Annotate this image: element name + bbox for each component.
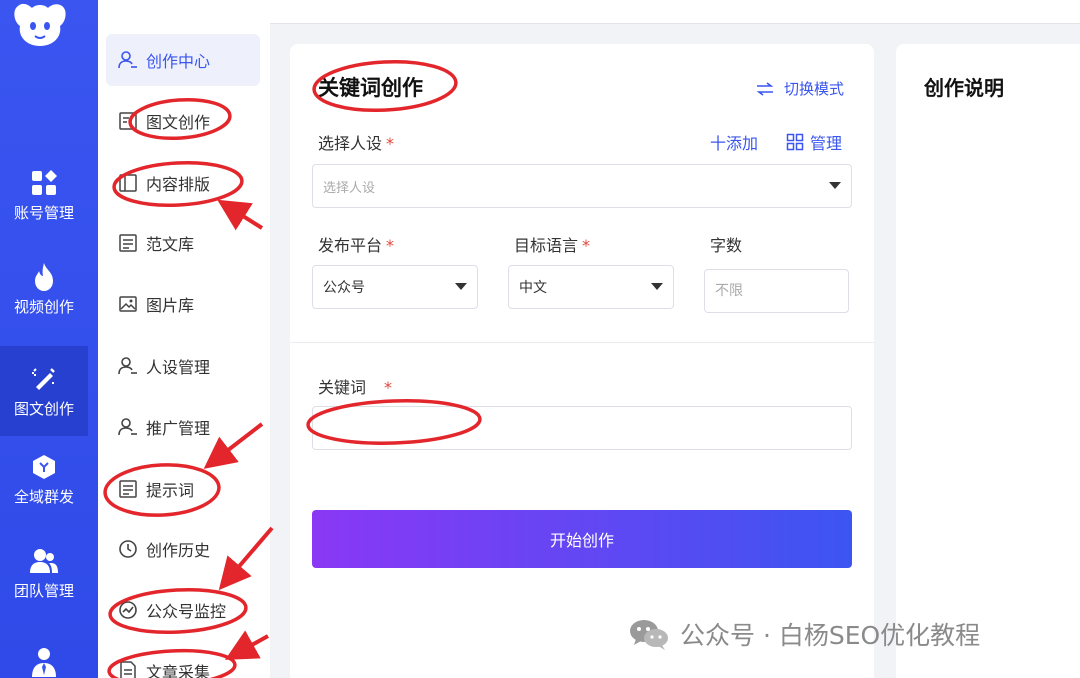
creation-instructions-card: 创作说明	[896, 44, 1080, 678]
sub-item-label: 提示词	[146, 481, 195, 500]
manage-label: 管理	[810, 134, 843, 153]
swap-icon	[756, 81, 774, 96]
hexagon-icon	[29, 452, 59, 482]
platform-label: 发布平台 *	[318, 236, 395, 255]
switch-mode-label: 切换模式	[783, 80, 844, 98]
doc-image-icon	[118, 111, 138, 131]
rail-item-article[interactable]: 图文创作	[0, 346, 88, 436]
sub-item-label: 图文创作	[146, 113, 211, 132]
user-icon	[118, 50, 138, 70]
sub-item-creation-center[interactable]: 创作中心	[106, 34, 260, 86]
keyword-input[interactable]	[312, 406, 852, 450]
flame-icon	[29, 262, 59, 292]
caret-down-icon	[829, 182, 841, 189]
caret-down-icon	[455, 283, 467, 290]
sub-item-sample-library[interactable]: 范文库	[106, 217, 260, 269]
required-mark: *	[386, 134, 395, 153]
rail-item-team[interactable]: 团队管理	[0, 528, 88, 618]
rail-item-broadcast[interactable]: 全域群发	[0, 434, 88, 524]
divider	[290, 342, 874, 343]
sub-item-prompts[interactable]: 提示词	[106, 463, 260, 515]
library-icon	[118, 479, 138, 499]
sub-item-label: 创作中心	[146, 52, 211, 71]
file-icon	[118, 661, 138, 678]
magic-pen-icon	[29, 364, 59, 394]
required-mark: *	[582, 236, 591, 255]
sheep-logo-icon	[14, 3, 66, 46]
image-icon	[118, 294, 138, 314]
platform-value: 公众号	[323, 280, 365, 296]
wechat-icon	[630, 620, 668, 650]
rail-item-label: 图文创作	[13, 400, 74, 418]
persona-placeholder: 选择人设	[323, 180, 376, 196]
wordcount-input[interactable]	[704, 269, 849, 313]
platform-select[interactable]: 公众号	[312, 265, 478, 309]
add-persona-button[interactable]: 十添加	[710, 130, 758, 154]
language-value: 中文	[519, 280, 547, 296]
top-bar	[270, 0, 1080, 24]
keyword-label: 关键词 *	[318, 378, 393, 397]
sub-item-image-library[interactable]: 图片库	[106, 278, 260, 330]
instructions-title: 创作说明	[924, 76, 1004, 100]
caret-down-icon	[651, 283, 663, 290]
clock-icon	[118, 539, 138, 559]
wordcount-label: 字数	[710, 236, 743, 255]
sub-menu: 创作中心 图文创作 内容排版 范文库 图片库 人设管理 推广管理 提示词 创作历…	[98, 0, 270, 678]
add-label: 十添加	[710, 134, 759, 153]
rail-item-label: 账号管理	[13, 204, 74, 222]
library-icon	[118, 233, 138, 253]
persona-label: 选择人设 *	[318, 134, 395, 153]
monitor-icon	[118, 600, 138, 620]
person-tie-icon	[29, 647, 59, 677]
user-icon	[118, 417, 138, 437]
sub-item-article-collect[interactable]: 文章采集	[106, 645, 260, 678]
rail-item-label: 团队管理	[13, 582, 74, 600]
sub-item-label: 文章采集	[146, 663, 211, 678]
sub-item-layout[interactable]: 内容排版	[106, 157, 260, 209]
sub-item-label: 创作历史	[146, 541, 211, 560]
grid-icon	[29, 168, 59, 198]
switch-mode-button[interactable]: 切换模式	[756, 78, 844, 99]
left-rail: 账号管理 视频创作 图文创作 全域群发 团队管理	[0, 0, 98, 678]
required-mark: *	[386, 236, 395, 255]
sub-item-label: 图片库	[146, 296, 195, 315]
language-select[interactable]: 中文	[508, 265, 674, 309]
watermark-text: 公众号 · 白杨SEO优化教程	[680, 621, 981, 650]
team-icon	[29, 546, 59, 576]
layout-icon	[118, 173, 138, 193]
grid-manage-icon	[786, 133, 804, 151]
sub-item-label: 推广管理	[146, 419, 211, 438]
sub-item-history[interactable]: 创作历史	[106, 523, 260, 575]
persona-select[interactable]: 选择人设	[312, 164, 852, 208]
sub-item-wechat-monitor[interactable]: 公众号监控	[106, 584, 260, 636]
sub-item-promotion[interactable]: 推广管理	[106, 401, 260, 453]
rail-item-video[interactable]: 视频创作	[0, 244, 88, 334]
sub-item-persona[interactable]: 人设管理	[106, 340, 260, 392]
rail-item-label: 视频创作	[13, 298, 74, 316]
sub-item-label: 范文库	[146, 235, 195, 254]
sub-item-label: 公众号监控	[146, 602, 227, 621]
manage-persona-button[interactable]: 管理	[786, 130, 842, 154]
watermark: 公众号 · 白杨SEO优化教程	[628, 616, 980, 652]
language-label: 目标语言 *	[514, 236, 591, 255]
keyword-creation-card: 关键词创作 切换模式 选择人设 * 十添加 管理 选择人设 发布平台 * 目标语言 *…	[290, 44, 874, 678]
required-mark: *	[384, 378, 393, 397]
rail-item-more[interactable]	[0, 620, 88, 678]
start-creation-button[interactable]: 开始创作	[312, 510, 852, 568]
sub-item-label: 内容排版	[146, 175, 211, 194]
rail-item-account[interactable]: 账号管理	[0, 150, 88, 240]
user-icon	[118, 356, 138, 376]
rail-item-label: 全域群发	[13, 488, 74, 506]
sub-item-article-create[interactable]: 图文创作	[106, 95, 260, 147]
page-title: 关键词创作	[318, 76, 423, 100]
sub-item-label: 人设管理	[146, 358, 211, 377]
